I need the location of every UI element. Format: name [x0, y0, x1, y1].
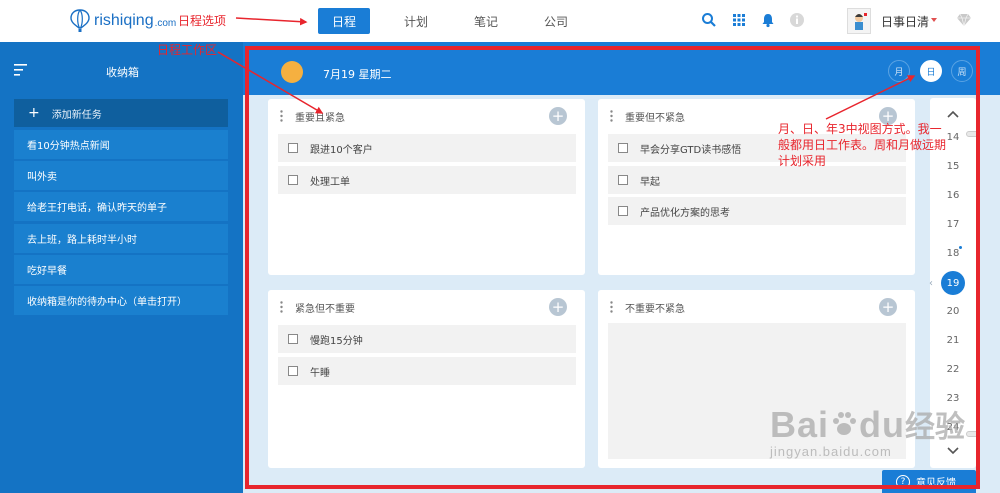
feedback-button[interactable]: ? 意见反馈 — [882, 470, 976, 493]
task-checkbox[interactable] — [288, 175, 298, 185]
toggle-switch[interactable] — [966, 431, 980, 437]
task-label: 慢跑15分钟 — [310, 335, 363, 347]
brand-domain: .com — [154, 17, 177, 29]
day-cell[interactable]: 18 — [930, 248, 976, 259]
quadrant-urgent-not-important: 紧急但不重要 + 慢跑15分钟 午睡 — [268, 290, 585, 468]
tab-company[interactable]: 公司 — [530, 8, 582, 34]
drag-handle-icon[interactable] — [280, 301, 283, 313]
day-cell[interactable]: 22 — [930, 364, 976, 375]
annotation-view-note: 月、日、年3中视图方式。我一般都用日工作表。周和月做远期计划采用 — [778, 122, 947, 168]
quadrant-title: 重要且紧急 — [295, 113, 345, 124]
day-cell[interactable]: 23 — [930, 393, 976, 404]
inbox-item[interactable]: 叫外卖 — [14, 161, 228, 190]
task-label: 午睡 — [310, 367, 330, 379]
menu-icon[interactable] — [14, 64, 28, 76]
event-dot — [959, 246, 962, 249]
question-icon: ? — [896, 474, 910, 489]
schedule-header: 7月19 星期二 月 日 周 — [243, 42, 1000, 95]
add-task-label: 添加新任务 — [51, 109, 102, 121]
task-item[interactable]: 跟进10个客户 — [278, 134, 576, 162]
info-icon[interactable] — [789, 12, 805, 28]
user-name[interactable]: 日事日清 — [881, 13, 929, 30]
drag-handle-icon[interactable] — [610, 110, 613, 122]
inbox-item[interactable]: 收纳箱是你的待办中心（单击打开） — [14, 286, 228, 315]
top-bar: rishiqing .com 日程 计划 笔记 公司 日事日清 — [0, 0, 1000, 42]
quadrant-important-urgent: 重要且紧急 + 跟进10个客户 处理工单 — [268, 99, 585, 275]
search-icon[interactable] — [701, 12, 717, 28]
view-month-button[interactable]: 月 — [888, 60, 910, 82]
tab-plan[interactable]: 计划 — [390, 8, 442, 34]
task-label: 跟进10个客户 — [310, 144, 373, 156]
chevron-left-icon[interactable]: ‹ — [929, 278, 933, 289]
task-item[interactable]: 处理工单 — [278, 166, 576, 194]
plus-icon: + — [28, 105, 40, 121]
task-label: 产品优化方案的思考 — [640, 207, 730, 219]
task-item[interactable]: 早起 — [608, 166, 906, 194]
inbox-sidebar: 收纳箱 + 添加新任务 看10分钟热点新闻 叫外卖 给老王打电话，确认昨天的单子… — [0, 42, 243, 493]
schedule-work-area: 7月19 星期二 月 日 周 重要且紧急 + 跟进10个客户 处理工单 重要但不… — [243, 42, 1000, 493]
quadrant-title: 不重要不紧急 — [625, 304, 685, 315]
chevron-down-icon[interactable] — [931, 18, 937, 22]
drag-handle-icon[interactable] — [610, 301, 613, 313]
toggle-switch[interactable] — [966, 131, 980, 137]
task-checkbox[interactable] — [288, 334, 298, 344]
bell-icon[interactable] — [760, 12, 776, 28]
day-cell[interactable]: 17 — [930, 219, 976, 230]
apps-grid-icon[interactable] — [731, 12, 747, 28]
task-checkbox[interactable] — [288, 143, 298, 153]
quadrant-title: 紧急但不重要 — [295, 304, 355, 315]
logo[interactable]: rishiqing .com — [70, 9, 176, 33]
sun-icon — [281, 61, 303, 83]
quadrant-title: 重要但不紧急 — [625, 113, 685, 124]
task-checkbox[interactable] — [618, 143, 628, 153]
user-avatar-icon[interactable] — [847, 8, 871, 34]
task-item[interactable]: 午睡 — [278, 357, 576, 385]
inbox-title: 收纳箱 — [106, 66, 139, 79]
tab-notes[interactable]: 笔记 — [460, 8, 512, 34]
day-cell[interactable]: 16 — [930, 190, 976, 201]
empty-task-area[interactable] — [608, 323, 906, 459]
task-label: 处理工单 — [310, 176, 350, 188]
task-checkbox[interactable] — [288, 366, 298, 376]
inbox-item[interactable]: 吃好早餐 — [14, 255, 228, 284]
brand-name: rishiqing — [94, 12, 154, 29]
avatar-figure-icon — [855, 13, 867, 30]
inbox-item[interactable]: 给老王打电话，确认昨天的单子 — [14, 192, 228, 221]
add-task-button[interactable]: + 添加新任务 — [14, 99, 228, 127]
task-label: 早会分享GTD读书感悟 — [640, 144, 742, 156]
tab-schedule[interactable]: 日程 — [318, 8, 370, 34]
task-item[interactable]: 产品优化方案的思考 — [608, 197, 906, 225]
quadrant-not-important-not-urgent: 不重要不紧急 + — [598, 290, 915, 468]
balloon-logo-icon — [70, 9, 90, 32]
day-cell[interactable]: 20 — [930, 306, 976, 317]
task-checkbox[interactable] — [618, 175, 628, 185]
inbox-item[interactable]: 看10分钟热点新闻 — [14, 130, 228, 159]
drag-handle-icon[interactable] — [280, 110, 283, 122]
inbox-item[interactable]: 去上班，路上耗时半小时 — [14, 224, 228, 253]
task-item[interactable]: 慢跑15分钟 — [278, 325, 576, 353]
annotation-nav-note: 日程选项 — [178, 14, 227, 28]
add-task-icon[interactable]: + — [879, 298, 897, 316]
task-label: 早起 — [640, 176, 660, 188]
chevron-up-icon[interactable] — [944, 109, 962, 119]
day-cell-today[interactable]: 19 — [941, 271, 965, 295]
annotation-work-area-note: 日程工作区 — [157, 43, 218, 57]
add-task-icon[interactable]: + — [549, 298, 567, 316]
task-checkbox[interactable] — [618, 206, 628, 216]
view-day-button[interactable]: 日 — [920, 60, 942, 82]
current-date: 7月19 星期二 — [323, 68, 392, 81]
day-cell[interactable]: 21 — [930, 335, 976, 346]
view-week-button[interactable]: 周 — [951, 60, 973, 82]
chevron-down-icon[interactable] — [944, 446, 962, 456]
add-task-icon[interactable]: + — [549, 107, 567, 125]
diamond-icon[interactable] — [956, 12, 972, 28]
feedback-label: 意见反馈 — [916, 478, 956, 489]
